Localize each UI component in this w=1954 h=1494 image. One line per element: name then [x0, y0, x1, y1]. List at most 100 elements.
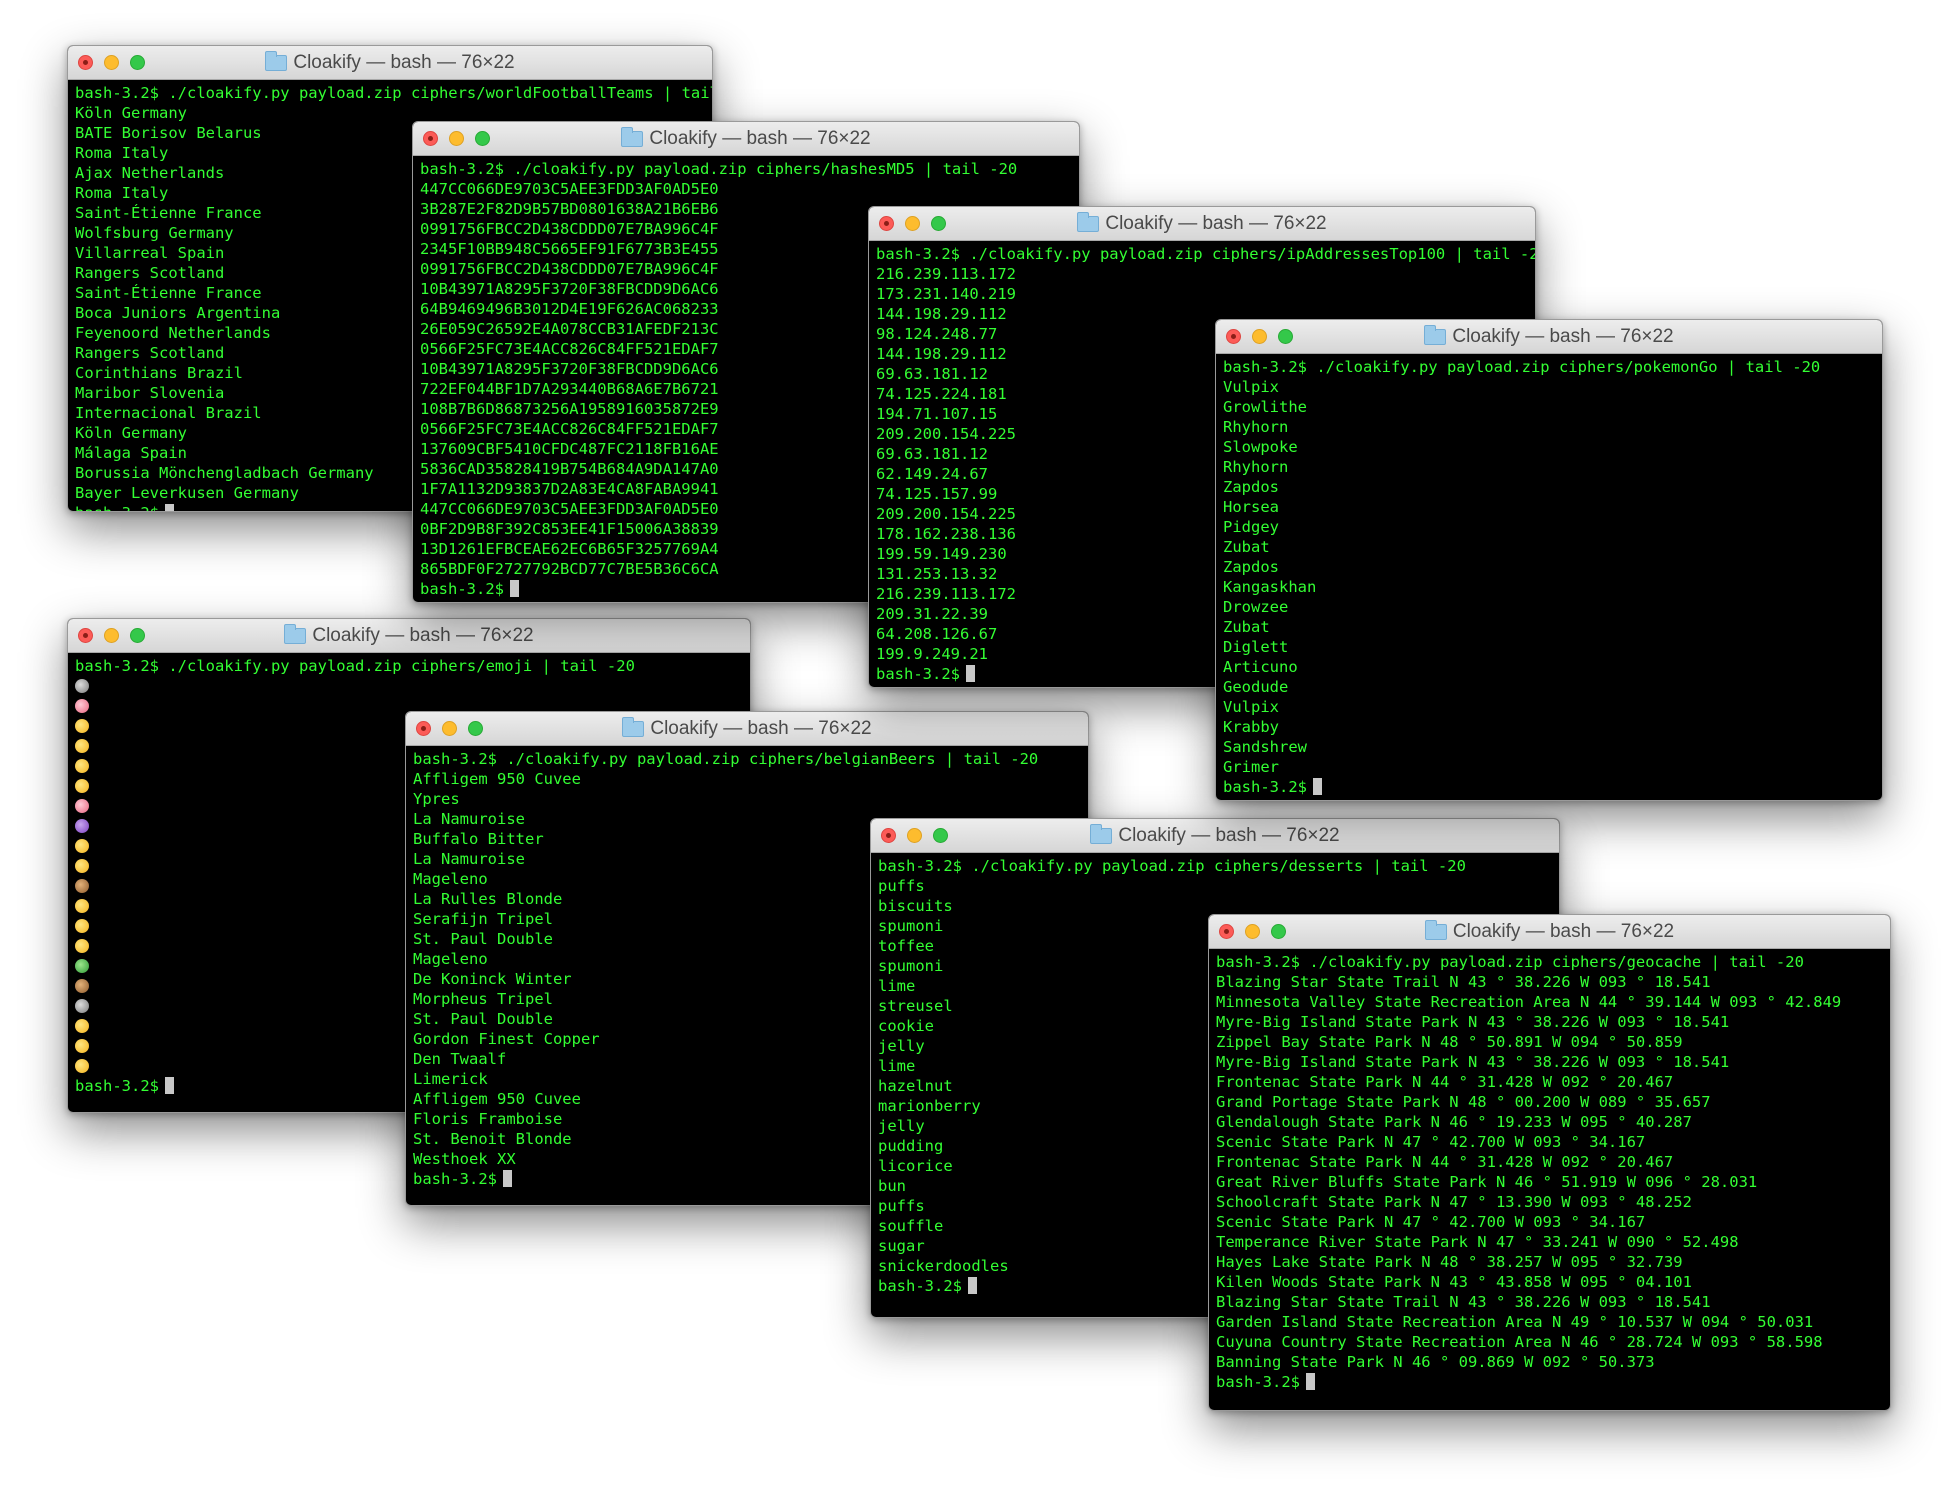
output-line: Zapdos — [1223, 478, 1279, 496]
output-line: Kangaskhan — [1223, 578, 1317, 596]
output-line: Blazing Star State Trail N 43 ° 38.226 W… — [1216, 973, 1711, 991]
yellow-face-icon — [75, 779, 89, 793]
bear-face-icon — [75, 879, 89, 893]
window-title: Cloakify — bash — 76×22 — [312, 624, 534, 646]
window-title: Cloakify — bash — 76×22 — [1105, 212, 1327, 234]
prompt: bash-3.2$ — [75, 1077, 159, 1095]
output-line: Growlithe — [1223, 398, 1307, 416]
prompt: bash-3.2$ — [75, 504, 159, 511]
output-line: 447CC066DE9703C5AEE3FDD3AF0AD5E0 — [420, 180, 719, 198]
window-title: Cloakify — bash — 76×22 — [650, 717, 872, 739]
grey-face-icon — [75, 679, 89, 693]
command-line: bash-3.2$ ./cloakify.py payload.zip ciph… — [878, 857, 1466, 875]
output-line: Scenic State Park N 47 ° 42.700 W 093 ° … — [1216, 1133, 1646, 1151]
text-cursor — [966, 665, 975, 682]
output-line: Myre-Big Island State Park N 43 ° 38.226… — [1216, 1013, 1730, 1031]
title-bar[interactable]: Cloakify — bash — 76×22 — [68, 46, 712, 80]
cat-face-icon — [75, 739, 89, 753]
title-bar[interactable]: Cloakify — bash — 76×22 — [869, 207, 1535, 241]
output-line: Affligem 950 Cuvee — [413, 770, 581, 788]
folder-icon — [1090, 823, 1113, 844]
text-cursor — [510, 580, 519, 597]
yellow-face-icon — [75, 939, 89, 953]
output-line — [75, 676, 743, 696]
output-line: Kilen Woods State Park N 43 ° 43.858 W 0… — [1216, 1273, 1692, 1291]
output-line: Temperance River State Park N 47 ° 33.24… — [1216, 1233, 1739, 1251]
title-bar[interactable]: Cloakify — bash — 76×22 — [1209, 915, 1890, 949]
yellow-face-icon — [75, 839, 89, 853]
output-line: Sandshrew — [1223, 738, 1307, 756]
output-line: 216.239.113.172 — [876, 265, 1016, 283]
output-line: Minnesota Valley State Recreation Area N… — [1216, 993, 1842, 1011]
output-line: Zapdos — [1223, 558, 1279, 576]
yellow-face-icon — [75, 1039, 89, 1053]
command-line: bash-3.2$ ./cloakify.py payload.zip ciph… — [75, 657, 635, 675]
output-line: Banning State Park N 46 ° 09.869 W 092 °… — [1216, 1353, 1655, 1371]
monkey-face-icon — [75, 979, 89, 993]
output-line: Glendalough State Park N 46 ° 19.233 W 0… — [1216, 1113, 1692, 1131]
output-line: 173.231.140.219 — [876, 285, 1016, 303]
output-line: biscuits — [878, 897, 953, 915]
folder-icon — [621, 126, 644, 147]
output-line: Vulpix — [1223, 698, 1279, 716]
terminal-output[interactable]: bash-3.2$ ./cloakify.py payload.zip ciph… — [1209, 949, 1890, 1392]
output-line: Diglett — [1223, 638, 1289, 656]
output-line: Drowzee — [1223, 598, 1289, 616]
output-line: Ypres — [413, 790, 460, 808]
person-face-icon — [75, 1059, 89, 1073]
prompt: bash-3.2$ — [876, 665, 960, 683]
yellow-face-icon — [75, 919, 89, 933]
terminal-output[interactable]: bash-3.2$ ./cloakify.py payload.zip ciph… — [1216, 354, 1882, 797]
output-line: puffs — [878, 877, 925, 895]
text-cursor — [503, 1170, 512, 1187]
folder-icon — [1424, 919, 1447, 940]
output-line: Grimer — [1223, 758, 1279, 776]
output-line: Myre-Big Island State Park N 43 ° 38.226… — [1216, 1053, 1730, 1071]
output-line: Rhyhorn — [1223, 418, 1289, 436]
output-line: Slowpoke — [1223, 438, 1298, 456]
prompt: bash-3.2$ — [413, 1170, 497, 1188]
output-line: Horsea — [1223, 498, 1279, 516]
output-line: Köln Germany — [75, 104, 187, 122]
output-line: Zippel Bay State Park N 48 ° 50.891 W 09… — [1216, 1033, 1683, 1051]
prompt-line: bash-3.2$ — [1216, 1372, 1883, 1392]
command-line: bash-3.2$ ./cloakify.py payload.zip ciph… — [420, 160, 1018, 178]
terminal-window-pokemon[interactable]: Cloakify — bash — 76×22 bash-3.2$ ./cloa… — [1215, 319, 1883, 801]
prompt: bash-3.2$ — [878, 1277, 962, 1295]
prompt: bash-3.2$ — [1223, 778, 1307, 796]
text-cursor — [165, 1077, 174, 1094]
yellow-face-icon — [75, 1019, 89, 1033]
window-title: Cloakify — bash — 76×22 — [1452, 325, 1674, 347]
folder-icon — [622, 716, 645, 737]
output-line: Blazing Star State Trail N 43 ° 38.226 W… — [1216, 1293, 1711, 1311]
text-cursor — [165, 504, 174, 511]
window-title: Cloakify — bash — 76×22 — [293, 51, 515, 73]
yellow-face-icon — [75, 859, 89, 873]
title-bar[interactable]: Cloakify — bash — 76×22 — [406, 712, 1088, 746]
output-line: Cuyuna Country State Recreation Area N 4… — [1216, 1333, 1823, 1351]
window-title: Cloakify — bash — 76×22 — [649, 127, 871, 149]
folder-icon — [1077, 211, 1100, 232]
title-bar[interactable]: Cloakify — bash — 76×22 — [68, 619, 750, 653]
yellow-face-icon — [75, 719, 89, 733]
pink-face-icon — [75, 699, 89, 713]
command-line: bash-3.2$ ./cloakify.py payload.zip ciph… — [75, 84, 713, 102]
output-line: Scenic State Park N 47 ° 42.700 W 093 ° … — [1216, 1213, 1646, 1231]
title-bar[interactable]: Cloakify — bash — 76×22 — [871, 819, 1559, 853]
output-line: Zubat — [1223, 538, 1270, 556]
prompt-line: bash-3.2$ — [1223, 777, 1875, 797]
folder-icon — [265, 50, 288, 71]
terminal-window-geocache[interactable]: Cloakify — bash — 76×22 bash-3.2$ ./cloa… — [1208, 914, 1891, 1411]
output-line: Vulpix — [1223, 378, 1279, 396]
output-line: Geodude — [1223, 678, 1289, 696]
command-line: bash-3.2$ ./cloakify.py payload.zip ciph… — [876, 245, 1536, 263]
output-line: Hayes Lake State Park N 48 ° 38.257 W 09… — [1216, 1253, 1683, 1271]
title-bar[interactable]: Cloakify — bash — 76×22 — [413, 122, 1079, 156]
title-bar[interactable]: Cloakify — bash — 76×22 — [1216, 320, 1882, 354]
frog-face-icon — [75, 959, 89, 973]
command-line: bash-3.2$ ./cloakify.py payload.zip ciph… — [1216, 953, 1804, 971]
command-line: bash-3.2$ ./cloakify.py payload.zip ciph… — [1223, 358, 1821, 376]
yellow-face-icon — [75, 759, 89, 773]
output-line: Articuno — [1223, 658, 1298, 676]
text-cursor — [1313, 778, 1322, 795]
